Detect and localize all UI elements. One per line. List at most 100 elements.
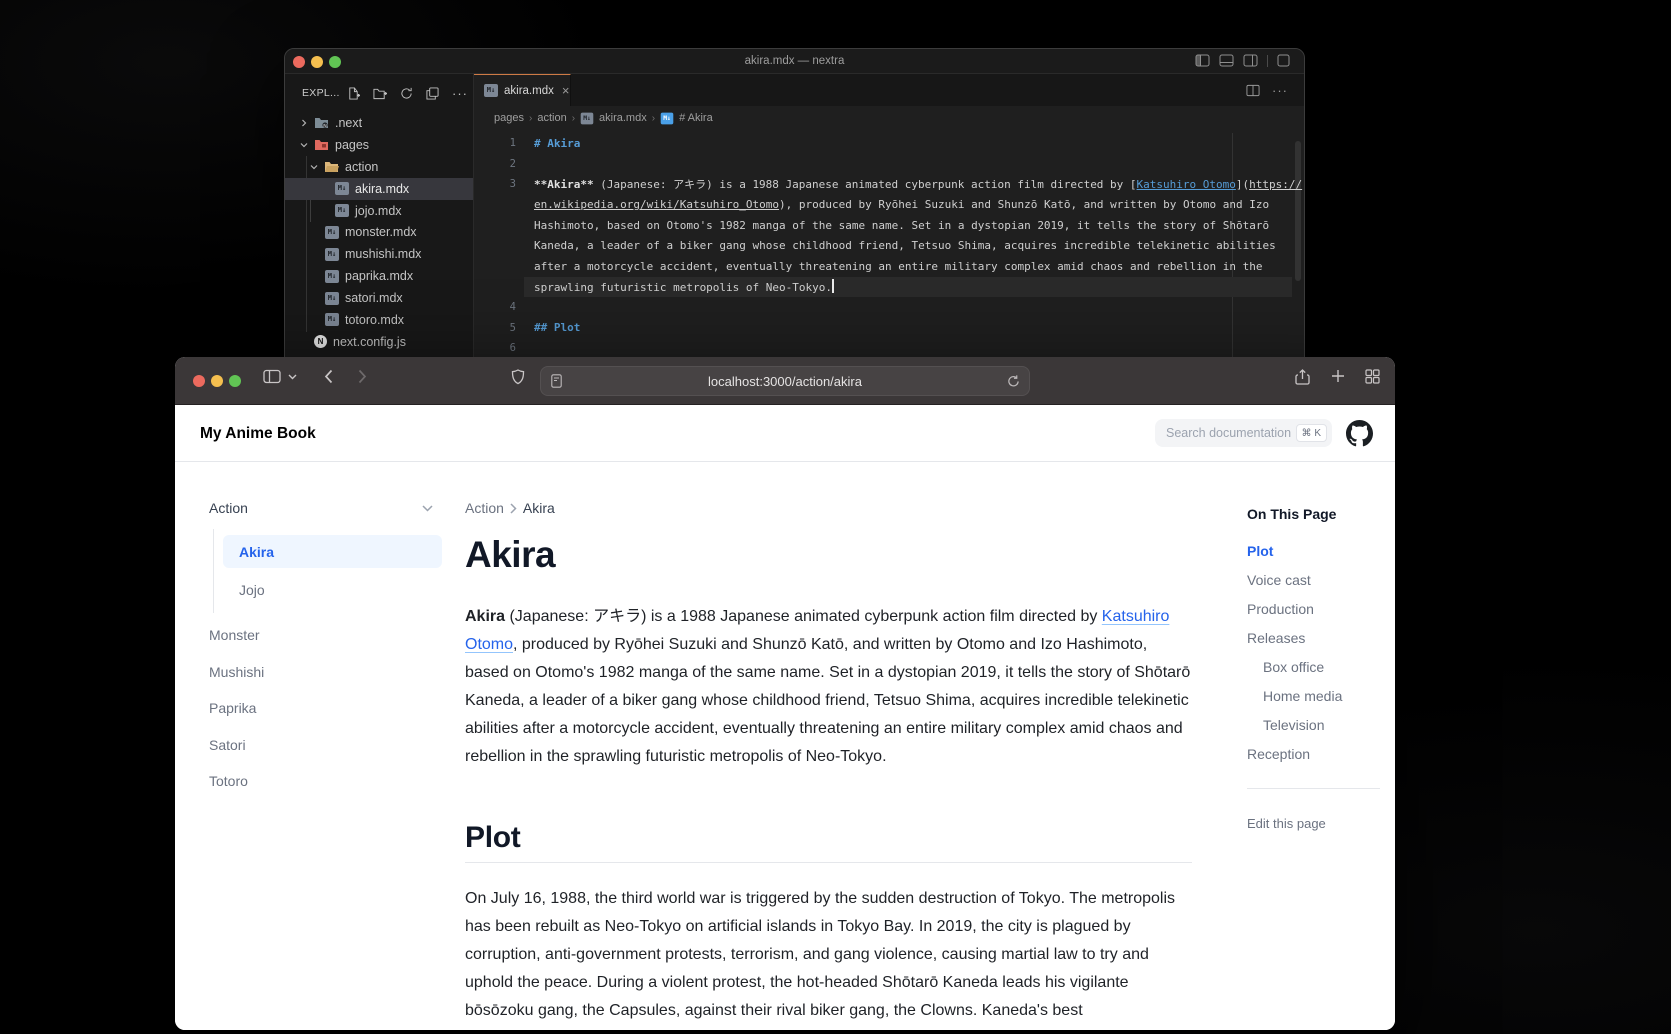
tab-akira-mdx[interactable]: M↓ akira.mdx × — [474, 74, 571, 106]
code-line[interactable]: Hashimoto, based on Otomo's 1982 manga o… — [474, 215, 1304, 236]
url-text[interactable]: localhost:3000/action/akira — [541, 374, 1029, 389]
tree-item-label: action — [345, 160, 378, 174]
toc-item-plot[interactable]: Plot — [1247, 537, 1380, 566]
site-logo[interactable]: My Anime Book — [200, 405, 316, 462]
maximize-button[interactable] — [229, 375, 241, 387]
chevron-right-icon: › — [529, 113, 532, 124]
breadcrumb-item[interactable]: pages — [494, 112, 524, 124]
github-icon[interactable] — [1346, 420, 1373, 447]
reader-icon[interactable] — [551, 374, 562, 388]
code-line[interactable]: 2 — [474, 154, 1304, 175]
breadcrumb-item[interactable]: action — [537, 112, 566, 124]
tab-overview-icon[interactable] — [1365, 369, 1380, 384]
customize-layout-icon[interactable] — [1277, 54, 1290, 67]
tree-item-next-folder[interactable]: N .next — [285, 112, 473, 134]
edit-this-page-link[interactable]: Edit this page — [1247, 816, 1380, 831]
new-tab-icon[interactable] — [1331, 369, 1345, 383]
toc-item-box-office[interactable]: Box office — [1247, 653, 1380, 682]
mdx-file-icon: M↓ — [325, 270, 339, 283]
folder-action-icon — [324, 160, 339, 173]
tree-item-next-config[interactable]: N next.config.js — [285, 331, 473, 353]
mdx-file-icon: M↓ — [325, 226, 339, 239]
breadcrumb-section[interactable]: Action — [465, 500, 504, 516]
explorer-title: EXPL... — [302, 87, 340, 99]
tree-item-pages-folder[interactable]: pages — [285, 134, 473, 156]
search-box[interactable]: ⌘ K — [1155, 419, 1332, 447]
code-line[interactable]: after a motorcycle accident, eventually … — [474, 256, 1304, 277]
sidebar-item-jojo[interactable]: Jojo — [223, 572, 442, 608]
toc-item-voice-cast[interactable]: Voice cast — [1247, 566, 1380, 595]
tree-item-label: jojo.mdx — [355, 204, 402, 218]
file-tree: N .next pages action M↓ akira.mdx M↓ joj… — [285, 112, 473, 353]
code-line[interactable]: 4 — [474, 297, 1304, 318]
sidebar-item-paprika[interactable]: Paprika — [209, 690, 442, 727]
docs-page: My Anime Book ⌘ K Action Akira Jojo Mons… — [175, 405, 1395, 1030]
sidebar-section-action[interactable]: Action — [209, 495, 442, 521]
code-line[interactable]: en.wikipedia.org/wiki/Katsuhiro_Otomo), … — [474, 195, 1304, 216]
more-actions-icon[interactable]: ··· — [1272, 83, 1288, 98]
sidebar-item-satori[interactable]: Satori — [209, 727, 442, 764]
vscode-tabbar: M↓ akira.mdx × ··· — [474, 74, 1304, 106]
tree-item-akira-mdx[interactable]: M↓ akira.mdx — [285, 178, 473, 200]
folder-pages-icon — [314, 138, 329, 151]
docs-main-content: Action Akira Akira Akira (Japanese: アキラ)… — [465, 497, 1192, 1025]
window-title: akira.mdx — nextra — [285, 49, 1304, 74]
code-line[interactable]: 5## Plot — [474, 318, 1304, 339]
tree-item-jojo-mdx[interactable]: M↓ jojo.mdx — [285, 200, 473, 222]
intro-paragraph: Akira (Japanese: アキラ) is a 1988 Japanese… — [465, 603, 1192, 771]
split-editor-icon[interactable] — [1246, 84, 1260, 97]
code-area[interactable]: 1# Akira 2 3**Akira** (Japanese: アキラ) is… — [474, 133, 1304, 359]
toc-item-releases[interactable]: Releases — [1247, 624, 1380, 653]
share-icon[interactable] — [1295, 369, 1310, 386]
code-line[interactable]: 3**Akira** (Japanese: アキラ) is a 1988 Jap… — [474, 174, 1304, 195]
sidebar-item-akira-active[interactable]: Akira — [223, 535, 442, 568]
tree-item-satori-mdx[interactable]: M↓ satori.mdx — [285, 287, 473, 309]
close-tab-icon[interactable]: × — [562, 83, 570, 98]
folder-next-icon: N — [314, 116, 329, 129]
sidebar-item-mushishi[interactable]: Mushishi — [209, 654, 442, 691]
toggle-panel-icon[interactable] — [1219, 54, 1234, 67]
more-actions-icon[interactable]: ··· — [452, 86, 468, 101]
chevron-down-icon[interactable] — [288, 374, 297, 380]
forward-icon[interactable] — [358, 369, 367, 384]
breadcrumb-current: Akira — [523, 500, 555, 516]
breadcrumb-item[interactable]: akira.mdx — [599, 112, 647, 124]
mdx-file-icon: M↓ — [484, 84, 498, 97]
tree-item-mushishi-mdx[interactable]: M↓ mushishi.mdx — [285, 243, 473, 265]
sidebar-item-monster[interactable]: Monster — [209, 617, 442, 654]
close-button[interactable] — [193, 375, 205, 387]
minimize-button[interactable] — [211, 375, 223, 387]
chevron-right-icon: › — [652, 113, 655, 124]
collapse-folders-icon[interactable] — [426, 87, 439, 100]
sidebar-item-totoro[interactable]: Totoro — [209, 763, 442, 800]
tree-item-action-folder[interactable]: action — [285, 156, 473, 178]
new-file-icon[interactable] — [347, 87, 360, 100]
reload-icon[interactable] — [1007, 374, 1020, 388]
refresh-icon[interactable] — [400, 87, 413, 100]
new-folder-icon[interactable] — [373, 87, 387, 100]
tree-item-paprika-mdx[interactable]: M↓ paprika.mdx — [285, 265, 473, 287]
chevron-down-icon — [300, 141, 310, 149]
chevron-down-icon — [310, 163, 320, 171]
code-line[interactable]: 1# Akira — [474, 133, 1304, 154]
breadcrumb-item[interactable]: # Akira — [679, 112, 713, 124]
tree-item-label: mushishi.mdx — [345, 247, 421, 261]
toc-item-television[interactable]: Television — [1247, 711, 1380, 740]
sidebar-icon[interactable] — [263, 369, 281, 384]
toggle-sidebar-icon[interactable] — [1195, 54, 1210, 67]
mdx-file-icon: M↓ — [335, 182, 349, 195]
toc-item-reception[interactable]: Reception — [1247, 740, 1380, 769]
toggle-secondary-sidebar-icon[interactable] — [1243, 54, 1258, 67]
tree-item-totoro-mdx[interactable]: M↓ totoro.mdx — [285, 309, 473, 331]
toc-item-home-media[interactable]: Home media — [1247, 682, 1380, 711]
url-bar[interactable]: localhost:3000/action/akira — [540, 366, 1030, 396]
code-line[interactable]: 6 — [474, 338, 1304, 359]
plot-paragraph: On July 16, 1988, the third world war is… — [465, 885, 1192, 1025]
back-icon[interactable] — [324, 369, 333, 384]
tree-item-monster-mdx[interactable]: M↓ monster.mdx — [285, 221, 473, 243]
code-line-current[interactable]: sprawling futuristic metropolis of Neo-T… — [474, 277, 1304, 298]
shield-icon[interactable] — [511, 369, 525, 385]
editor-scrollbar[interactable] — [1295, 141, 1301, 281]
toc-item-production[interactable]: Production — [1247, 595, 1380, 624]
code-line[interactable]: Kaneda, a leader of a biker gang whose c… — [474, 236, 1304, 257]
